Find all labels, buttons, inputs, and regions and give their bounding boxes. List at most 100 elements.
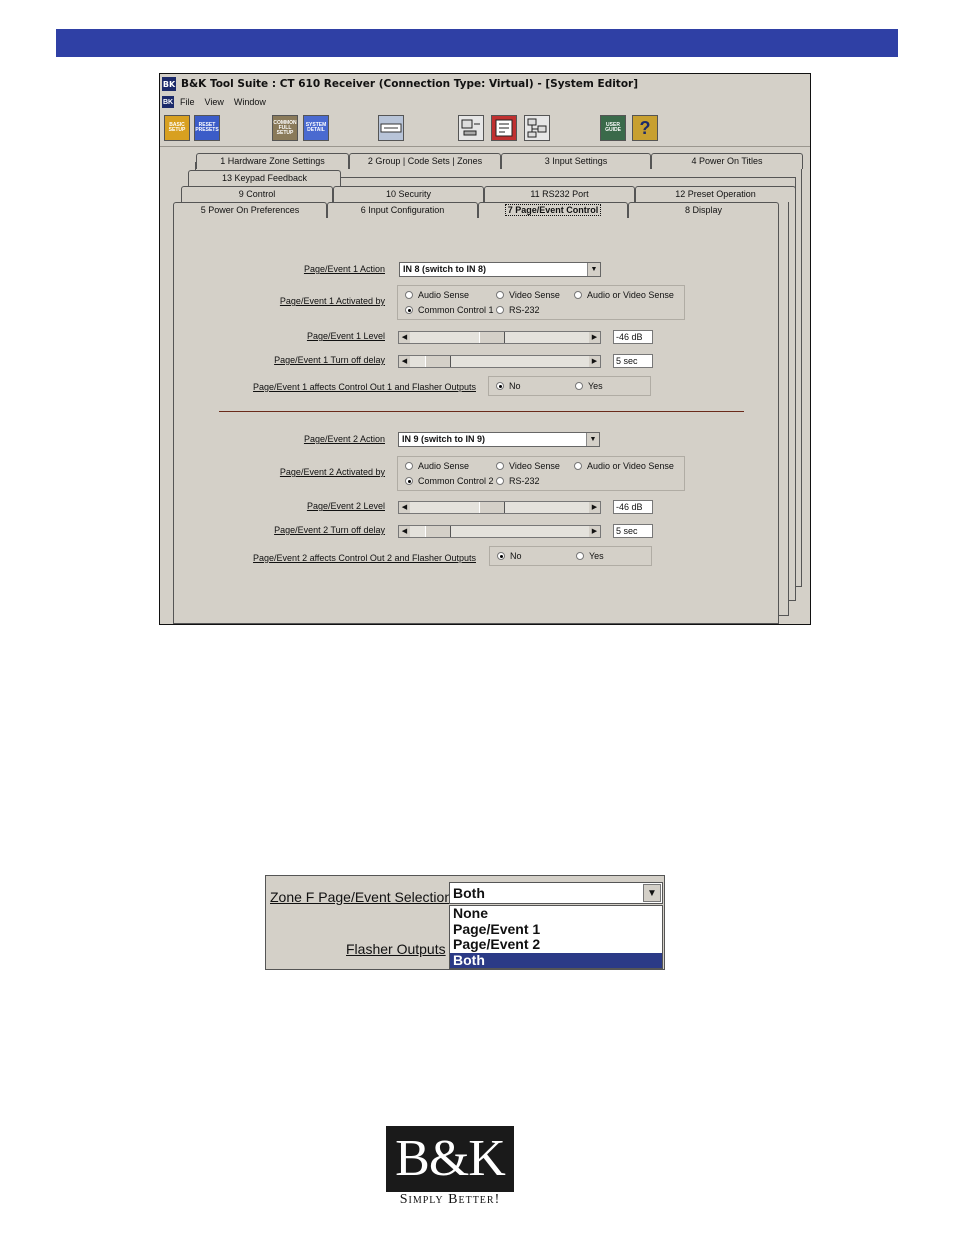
network-icon[interactable] (524, 115, 550, 141)
arrow-left-icon[interactable]: ◀ (399, 502, 410, 513)
option-page-event-1[interactable]: Page/Event 1 (450, 921, 662, 938)
document-icon[interactable]: BK (162, 96, 174, 108)
radio-label: No (509, 381, 521, 391)
tab-rs232-port[interactable]: 11 RS232 Port (484, 186, 635, 202)
arrow-left-icon[interactable]: ◀ (399, 332, 410, 343)
event1-delay-value[interactable]: 5 sec (613, 354, 653, 368)
chevron-down-icon[interactable]: ▼ (643, 884, 661, 902)
user-guide-icon[interactable]: USER GUIDE (600, 115, 626, 141)
event1-affects-label: Page/Event 1 affects Control Out 1 and F… (253, 382, 476, 392)
event2-level-label: Page/Event 2 Level (306, 501, 385, 511)
radio-label: RS-232 (509, 305, 540, 315)
event2-rs232-radio[interactable]: RS-232 (496, 476, 540, 486)
basic-setup-icon[interactable]: BASIC SETUP (164, 115, 190, 141)
page-event-control-panel: Page/Event 1 Action IN 8 (switch to IN 8… (173, 218, 779, 624)
system-detail-icon[interactable]: SYSTEM DETAIL (303, 115, 329, 141)
radio-selected-icon (497, 552, 505, 560)
arrow-right-icon[interactable]: ▶ (589, 502, 600, 513)
slider-thumb[interactable] (425, 526, 452, 537)
tab-keypad-feedback[interactable]: 13 Keypad Feedback (188, 170, 341, 186)
event1-delay-slider[interactable]: ◀ ▶ (398, 355, 601, 368)
event1-action-select[interactable]: IN 8 (switch to IN 8) ▼ (399, 262, 601, 277)
option-both[interactable]: Both (450, 952, 662, 968)
keyboard-icon[interactable] (378, 115, 404, 141)
event1-level-slider[interactable]: ◀ ▶ (398, 331, 601, 344)
tab-security[interactable]: 10 Security (333, 186, 484, 202)
event2-action-select[interactable]: IN 9 (switch to IN 9) ▼ (398, 432, 600, 447)
radio-icon (496, 462, 504, 470)
tab-input-configuration[interactable]: 6 Input Configuration (327, 202, 478, 218)
radio-label: Common Control 2 (418, 476, 494, 486)
event2-level-value[interactable]: -46 dB (613, 500, 653, 514)
radio-icon (405, 462, 413, 470)
radio-selected-icon (405, 306, 413, 314)
event2-level-slider[interactable]: ◀ ▶ (398, 501, 601, 514)
slider-thumb[interactable] (478, 332, 505, 343)
radio-icon (405, 291, 413, 299)
menu-window[interactable]: Window (234, 97, 266, 107)
menu-view[interactable]: View (205, 97, 224, 107)
event2-affects-yes-radio[interactable]: Yes (576, 551, 604, 561)
tab-group-code-sets-zones[interactable]: 2 Group | Code Sets | Zones (349, 153, 501, 169)
zone-selection-value: Both (453, 885, 485, 901)
tab-page-event-control[interactable]: 7 Page/Event Control (478, 202, 628, 219)
event2-delay-label: Page/Event 2 Turn off delay (274, 525, 385, 535)
radio-label: Audio Sense (418, 461, 470, 471)
event1-video-sense-radio[interactable]: Video Sense (496, 290, 560, 300)
computer-connect-icon[interactable] (458, 115, 484, 141)
event1-audio-or-video-radio[interactable]: Audio or Video Sense (574, 290, 674, 300)
event1-delay-label: Page/Event 1 Turn off delay (274, 355, 385, 365)
radio-icon (496, 291, 504, 299)
menu-bar: BK File View Window (160, 94, 810, 110)
event2-common-control-radio[interactable]: Common Control 2 (405, 476, 494, 486)
option-page-event-2[interactable]: Page/Event 2 (450, 937, 662, 953)
help-icon[interactable]: ? (632, 115, 658, 141)
tab-control[interactable]: 9 Control (181, 186, 333, 202)
event2-audio-or-video-radio[interactable]: Audio or Video Sense (574, 461, 674, 471)
bk-logo: B&K (386, 1126, 514, 1192)
tab-power-on-preferences[interactable]: 5 Power On Preferences (173, 202, 327, 218)
radio-label: Common Control 1 (418, 305, 494, 315)
slider-thumb[interactable] (425, 356, 452, 367)
zone-selection-options: None Page/Event 1 Page/Event 2 Both (449, 905, 663, 969)
tab-hardware-zone-settings[interactable]: 1 Hardware Zone Settings (196, 153, 349, 169)
event2-delay-value[interactable]: 5 sec (613, 524, 653, 538)
arrow-left-icon[interactable]: ◀ (399, 356, 410, 367)
event2-affects-no-radio[interactable]: No (497, 551, 522, 561)
event2-audio-sense-radio[interactable]: Audio Sense (405, 461, 469, 471)
chevron-down-icon[interactable]: ▼ (587, 263, 600, 276)
window-title: B&K Tool Suite : CT 610 Receiver (Connec… (181, 78, 639, 90)
event2-delay-slider[interactable]: ◀ ▶ (398, 525, 601, 538)
event1-level-value[interactable]: -46 dB (613, 330, 653, 344)
menu-file[interactable]: File (180, 97, 195, 107)
event2-affects-label: Page/Event 2 affects Control Out 2 and F… (253, 553, 476, 563)
panel-view-icon[interactable] (491, 115, 517, 141)
tab-input-settings[interactable]: 3 Input Settings (501, 153, 651, 169)
event2-video-sense-radio[interactable]: Video Sense (496, 461, 560, 471)
event1-affects-no-radio[interactable]: No (496, 381, 521, 391)
event1-audio-sense-radio[interactable]: Audio Sense (405, 290, 469, 300)
slider-thumb[interactable] (478, 502, 505, 513)
chevron-down-icon[interactable]: ▼ (586, 433, 599, 446)
radio-label: RS-232 (509, 476, 540, 486)
event1-rs232-radio[interactable]: RS-232 (496, 305, 540, 315)
common-full-setup-icon[interactable]: COMMON FULL SETUP (272, 115, 298, 141)
arrow-right-icon[interactable]: ▶ (589, 356, 600, 367)
arrow-right-icon[interactable]: ▶ (589, 526, 600, 537)
radio-label: Audio or Video Sense (587, 290, 674, 300)
radio-label: Yes (588, 381, 603, 391)
tab-display[interactable]: 8 Display (628, 202, 779, 218)
arrow-left-icon[interactable]: ◀ (399, 526, 410, 537)
event1-common-control-radio[interactable]: Common Control 1 (405, 305, 494, 315)
zone-selection-select[interactable]: Both ▼ (449, 882, 663, 904)
option-none[interactable]: None (450, 906, 662, 922)
flasher-outputs-label: Flasher Outputs (346, 941, 446, 957)
tab-preset-operation[interactable]: 12 Preset Operation (635, 186, 796, 202)
tab-power-on-titles[interactable]: 4 Power On Titles (651, 153, 803, 169)
event1-affects-yes-radio[interactable]: Yes (575, 381, 603, 391)
tool-suite-window: BK B&K Tool Suite : CT 610 Receiver (Con… (159, 73, 811, 625)
radio-icon (574, 462, 582, 470)
radio-icon (574, 291, 582, 299)
arrow-right-icon[interactable]: ▶ (589, 332, 600, 343)
reset-presets-icon[interactable]: RESET PRESETS (194, 115, 220, 141)
